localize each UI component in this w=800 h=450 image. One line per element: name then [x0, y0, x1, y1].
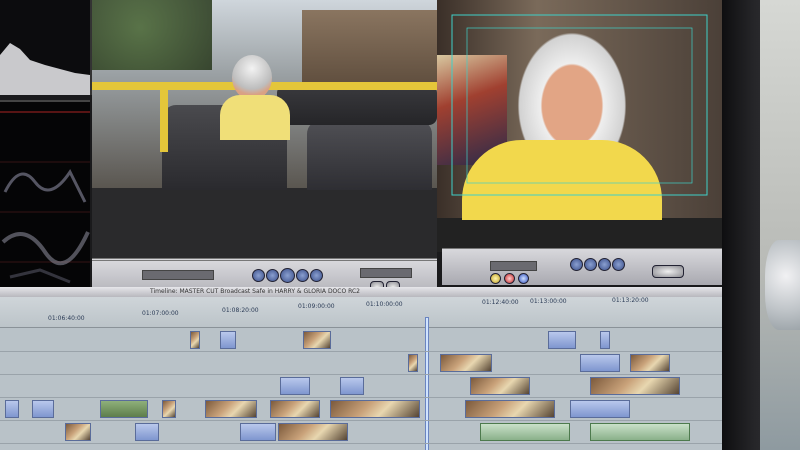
canvas-step-icon[interactable]	[598, 258, 611, 271]
waveform-monitor	[0, 100, 90, 302]
yellow-rail-post	[160, 82, 168, 152]
subject-shirt	[220, 95, 290, 140]
ruler-label: 01:12:40:00	[482, 299, 519, 306]
timeline-clip[interactable]	[32, 400, 54, 418]
ruler-label: 01:08:20:00	[222, 307, 259, 314]
canvas-video-frame[interactable]	[437, 0, 722, 220]
timeline-clip[interactable]	[278, 423, 348, 441]
timeline-track-v1b	[0, 375, 728, 398]
waveform-monitor-graph	[0, 111, 90, 284]
timeline-clip[interactable]	[220, 331, 236, 349]
histogram-scope	[0, 0, 92, 95]
timeline-clip[interactable]	[408, 354, 418, 372]
timeline-clip[interactable]	[340, 377, 364, 395]
room-background	[760, 0, 800, 450]
timeline-clip[interactable]	[580, 354, 620, 372]
overwrite-icon[interactable]	[518, 273, 529, 284]
timeline-clip[interactable]	[440, 354, 492, 372]
timeline-audio-clip[interactable]	[590, 423, 690, 441]
timeline-clip[interactable]	[100, 400, 148, 418]
timeline-clip[interactable]	[465, 400, 555, 418]
timeline-clip[interactable]	[5, 400, 19, 418]
canvas-loop-icon[interactable]	[584, 258, 597, 271]
jog-control[interactable]	[360, 268, 412, 278]
timeline-track-v3	[0, 329, 728, 352]
timeline-clip[interactable]	[65, 423, 91, 441]
mark-in-icon[interactable]	[252, 269, 265, 282]
timeline-clip[interactable]	[303, 331, 331, 349]
zoom-icon[interactable]	[652, 265, 684, 278]
timeline-clip[interactable]	[270, 400, 320, 418]
background-object	[765, 240, 800, 330]
scrubber-bar[interactable]	[142, 270, 214, 280]
timeline-window: Timeline: MASTER CUT Broadcast Safe in H…	[0, 287, 728, 450]
record-icon[interactable]	[504, 273, 515, 284]
ruler-label: 01:07:00:00	[142, 310, 179, 317]
play-icon[interactable]	[280, 268, 295, 283]
timeline-clip[interactable]	[190, 331, 200, 349]
timeline-ruler[interactable]: 01:06:40:00 01:07:00:00 01:08:20:00 01:0…	[0, 297, 728, 450]
canvas-scrubber[interactable]	[490, 261, 537, 271]
ruler-label: 01:13:20:00	[612, 297, 649, 304]
video-building	[302, 10, 437, 90]
viewer-video-frame[interactable]	[92, 0, 437, 190]
ruler-label: 01:09:00:00	[298, 303, 335, 310]
timeline-clip[interactable]	[630, 354, 670, 372]
video-trees	[92, 0, 212, 70]
ruler-label: 01:10:00:00	[366, 301, 403, 308]
timeline-title: Timeline: MASTER CUT Broadcast Safe in H…	[0, 287, 728, 297]
timeline-clip[interactable]	[590, 377, 680, 395]
bus-seat-row	[277, 85, 437, 125]
timeline-clip[interactable]	[135, 423, 159, 441]
timeline-clip[interactable]	[330, 400, 420, 418]
timeline-clip[interactable]	[162, 400, 176, 418]
play-in-out-icon[interactable]	[296, 269, 309, 282]
canvas-play-icon[interactable]	[570, 258, 583, 271]
canvas-mark-icon[interactable]	[612, 258, 625, 271]
loop-icon[interactable]	[310, 269, 323, 282]
insert-icon[interactable]	[490, 273, 501, 284]
histogram-waveform	[0, 43, 90, 95]
timeline-track-a1	[0, 421, 728, 444]
timeline-clip[interactable]	[205, 400, 257, 418]
bus-seat	[307, 120, 432, 190]
ruler-label: 01:06:40:00	[48, 315, 85, 322]
canvas-transport-bar	[442, 248, 722, 285]
timeline-clip[interactable]	[600, 331, 610, 349]
canvas-window	[437, 0, 722, 252]
timeline-clip[interactable]	[548, 331, 576, 349]
timeline-track-v1	[0, 398, 728, 421]
timeline-clip[interactable]	[570, 400, 630, 418]
title-safe-overlay	[451, 14, 708, 196]
timeline-clip[interactable]	[470, 377, 530, 395]
mark-out-icon[interactable]	[266, 269, 279, 282]
timeline-audio-clip[interactable]	[480, 423, 570, 441]
timeline-track-v2	[0, 352, 728, 375]
ruler-label: 01:13:00:00	[530, 298, 567, 305]
timeline-clip[interactable]	[240, 423, 276, 441]
viewer-window	[92, 0, 437, 262]
timeline-clip[interactable]	[280, 377, 310, 395]
subject-person	[232, 55, 272, 100]
